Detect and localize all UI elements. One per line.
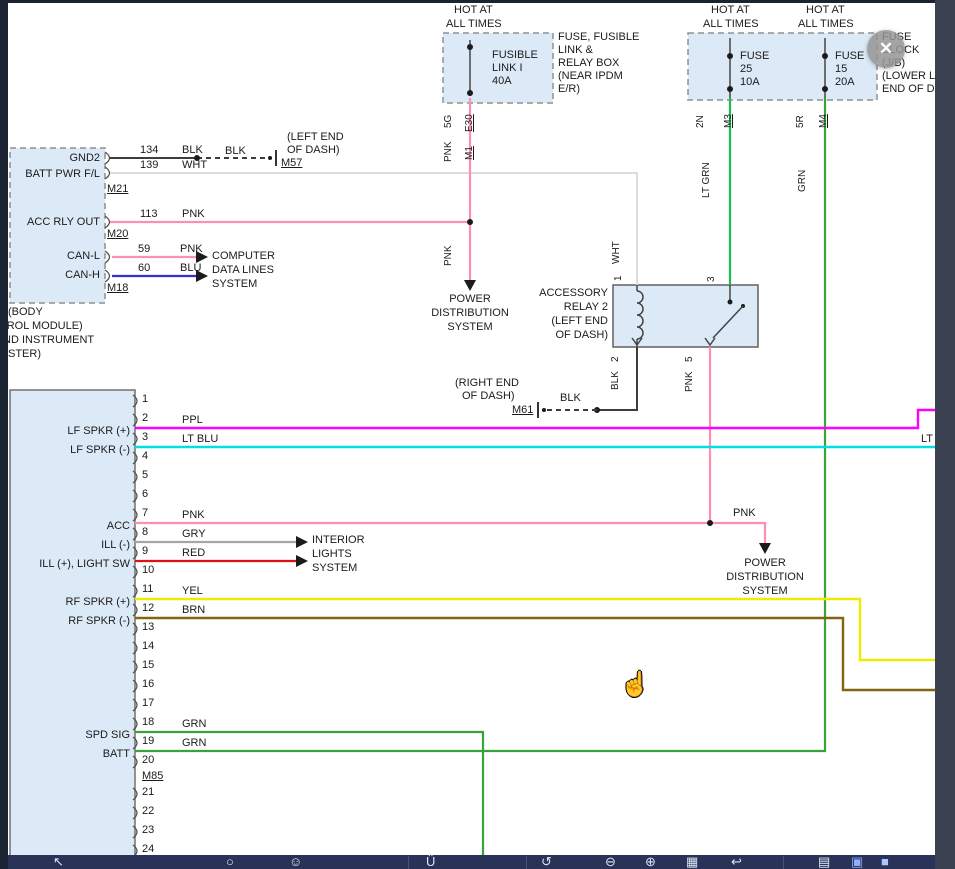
- swatch-icon[interactable]: ■: [881, 855, 889, 869]
- wire-rf-spkr-pos-yel: [135, 599, 942, 660]
- toolbar-separator: [526, 856, 527, 869]
- shape-circle-icon[interactable]: ○: [226, 855, 234, 869]
- wire-rf-spkr-neg-brn: [135, 618, 942, 690]
- arrow-down: [464, 280, 476, 291]
- back-icon[interactable]: ↩: [731, 855, 742, 869]
- refresh-icon[interactable]: ↺: [541, 855, 552, 869]
- symbol-dot: [727, 86, 733, 92]
- diagram-canvas[interactable]: [0, 0, 955, 869]
- zoom-out-icon[interactable]: ⊖: [605, 855, 616, 869]
- connector-link-m61[interactable]: M61: [512, 404, 533, 417]
- connector-link-m4[interactable]: M4: [818, 114, 829, 128]
- bcm-pin-arcs: [105, 152, 110, 282]
- arrow-right: [296, 536, 308, 548]
- connector-link-m57[interactable]: M57: [281, 157, 302, 170]
- accessory-relay-box: [613, 285, 758, 347]
- arrow-down: [759, 543, 771, 554]
- connector-link-m20[interactable]: M20: [107, 228, 128, 241]
- layers-icon[interactable]: ▣: [851, 855, 863, 869]
- zoom-in-icon[interactable]: ⊕: [645, 855, 656, 869]
- fusible-link-box: [443, 33, 553, 103]
- junction-dot: [268, 156, 272, 160]
- panel-icon[interactable]: ▤: [818, 855, 830, 869]
- scrollbar-track[interactable]: [935, 0, 955, 869]
- bcm-connector-box: [10, 148, 105, 303]
- mouse-cursor-hand: ☝: [620, 670, 650, 699]
- junction-dot: [542, 408, 546, 412]
- window-top-edge: [0, 0, 955, 3]
- window-left-edge: [0, 0, 8, 869]
- connector-link-m18[interactable]: M18: [107, 282, 128, 295]
- pointer-icon[interactable]: ↖: [53, 855, 64, 869]
- text-tool-icon[interactable]: Ü: [426, 855, 435, 869]
- relay-contact-dot: [728, 300, 733, 305]
- close-icon: ✕: [879, 39, 893, 59]
- junction-dot: [707, 520, 713, 526]
- toolbar-separator: [408, 856, 409, 869]
- wire-batt-grn: [135, 98, 825, 751]
- toolbar-separator: [783, 856, 784, 869]
- wire-acc-pnk: [135, 523, 765, 544]
- connector-link-m1[interactable]: M1: [464, 146, 475, 160]
- symbol-dot: [727, 53, 733, 59]
- wiring-diagram-viewer: HOT AT ALL TIMES HOT AT ALL TIMES HOT AT…: [0, 0, 955, 869]
- grid-icon[interactable]: ▦: [686, 855, 698, 869]
- arrow-right: [296, 555, 308, 567]
- close-button[interactable]: ✕: [867, 30, 905, 68]
- viewer-toolbar: ↖ ○ ☺ Ü ↺ ⊖ ⊕ ▦ ↩ ▤ ▣ ■: [8, 855, 935, 869]
- junction-dot: [467, 219, 473, 225]
- connector-link-m3[interactable]: M3: [723, 114, 734, 128]
- connector-link-m21[interactable]: M21: [107, 183, 128, 196]
- connector-link-e30[interactable]: E30: [464, 114, 475, 132]
- user-icon[interactable]: ☺: [289, 855, 302, 869]
- symbol-dot: [467, 44, 473, 50]
- arrow-right: [196, 270, 208, 282]
- connector-link-m85[interactable]: M85: [142, 770, 163, 783]
- wire-batt-wht: [110, 173, 637, 285]
- wire-relay2-blk: [597, 347, 637, 410]
- symbol-dot: [822, 86, 828, 92]
- symbol-dot: [467, 90, 473, 96]
- fuse-block-box: [688, 33, 877, 100]
- junction-dot: [194, 155, 200, 161]
- radio-connector-box: [10, 390, 135, 869]
- symbol-dot: [822, 53, 828, 59]
- arrow-right: [196, 251, 208, 263]
